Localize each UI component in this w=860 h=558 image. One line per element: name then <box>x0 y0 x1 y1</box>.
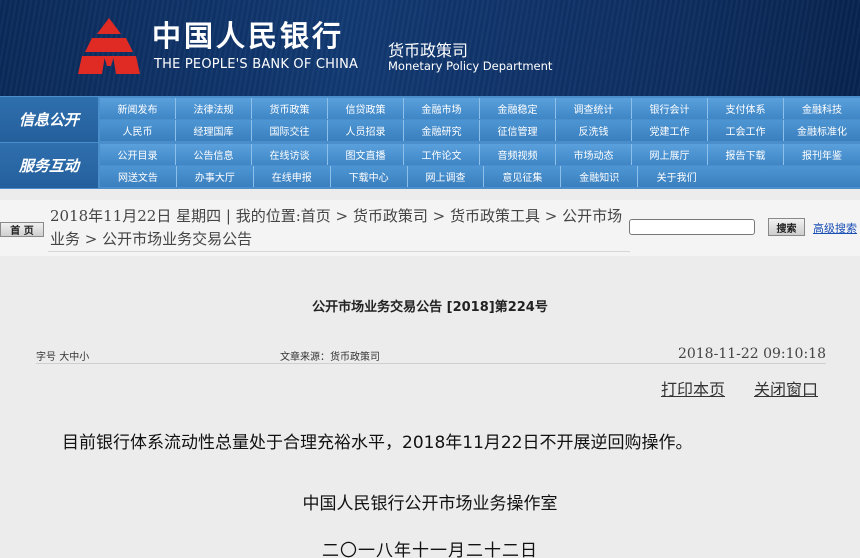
nav-row-service-1: 公开目录 公告信息 在线访谈 图文直播 工作论文 音频视频 市场动态 网上展厅 报告下载 报刊年鉴 <box>100 144 860 165</box>
nav-item[interactable]: 音频视频 <box>480 144 556 165</box>
nav-group-service: 服务互动 公开目录 公告信息 在线访谈 图文直播 工作论文 音频视频 市场动态 网上展厅 报告下… <box>0 143 860 188</box>
nav-row-info-2: 人民币 经理国库 国际交往 人员招录 金融研究 征信管理 反洗钱 党建工作 工会工作 金融标准化 <box>100 120 860 141</box>
search-button[interactable]: 搜索 <box>768 218 805 236</box>
font-size-label: 字号 <box>36 352 56 363</box>
main-nav: 信息公开 新闻发布 法律法规 货币政策 信贷政策 金融市场 金融稳定 调查统计 银行会计 支付体… <box>0 96 860 189</box>
print-page-link[interactable]: 打印本页 <box>661 376 725 400</box>
nav-item[interactable]: 法律法规 <box>176 98 252 119</box>
article-body: 目前银行体系流动性总量处于合理充裕水平，2018年11月22日不开展逆回购操作。 <box>62 433 693 453</box>
breadcrumb-divider <box>48 251 630 252</box>
nav-item[interactable]: 网送文告 <box>100 166 177 187</box>
home-button[interactable]: 首 页 <box>0 222 44 237</box>
font-size-controls: 字号 大中小 <box>36 348 89 363</box>
nav-item[interactable]: 金融标准化 <box>784 120 860 141</box>
font-small-link[interactable]: 小 <box>79 352 89 363</box>
nav-item[interactable]: 报告下载 <box>708 144 784 165</box>
nav-item[interactable]: 调查统计 <box>556 98 632 119</box>
advanced-search-link[interactable]: 高级搜索 <box>813 220 857 236</box>
nav-item[interactable]: 意见征集 <box>484 166 562 187</box>
dept-name-cn: 货币政策司 <box>388 41 469 60</box>
nav-item[interactable]: 下载中心 <box>331 166 408 187</box>
nav-item[interactable]: 公开目录 <box>100 144 176 165</box>
site-header: 中国人民银行 THE PEOPLE'S BANK OF CHINA 货币政策司 … <box>0 0 860 96</box>
nav-item[interactable]: 货币政策 <box>252 98 328 119</box>
signature-date: 二〇一八年十一月二十二日 <box>322 541 538 558</box>
nav-item[interactable]: 办事大厅 <box>177 166 254 187</box>
nav-item[interactable]: 反洗钱 <box>556 120 632 141</box>
bank-name-en: THE PEOPLE'S BANK OF CHINA <box>154 57 359 72</box>
pboc-logo-icon <box>78 18 140 74</box>
nav-item[interactable]: 经理国库 <box>176 120 252 141</box>
font-medium-link[interactable]: 中 <box>69 352 79 363</box>
nav-item[interactable]: 公告信息 <box>176 144 252 165</box>
nav-item[interactable]: 金融市场 <box>404 98 480 119</box>
nav-item[interactable]: 银行会计 <box>632 98 708 119</box>
bank-name-cn: 中国人民银行 <box>152 19 345 53</box>
nav-item[interactable]: 市场动态 <box>556 144 632 165</box>
nav-item[interactable]: 金融知识 <box>561 166 639 187</box>
nav-item[interactable]: 金融稳定 <box>480 98 556 119</box>
article-datetime: 2018-11-22 09:10:18 <box>677 346 826 362</box>
breadcrumb[interactable]: 2018年11月22日 星期四 | 我的位置:首页 > 货币政策司 > 货币政策… <box>50 205 630 251</box>
nav-item[interactable]: 网上调查 <box>408 166 485 187</box>
nav-item[interactable]: 金融研究 <box>404 120 480 141</box>
dept-name-en: Monetary Policy Department <box>388 59 553 73</box>
nav-item[interactable]: 党建工作 <box>632 120 708 141</box>
nav-item[interactable]: 信贷政策 <box>328 98 404 119</box>
nav-item[interactable]: 人员招录 <box>328 120 404 141</box>
nav-item[interactable]: 支付体系 <box>708 98 784 119</box>
nav-group-info: 信息公开 新闻发布 法律法规 货币政策 信贷政策 金融市场 金融稳定 调查统计 银行会计 支付体… <box>0 97 860 142</box>
article-source: 文章来源：货币政策司 <box>280 352 380 363</box>
nav-title-info[interactable]: 信息公开 <box>0 97 98 142</box>
nav-title-service[interactable]: 服务互动 <box>0 143 98 188</box>
nav-item[interactable]: 网上展厅 <box>632 144 708 165</box>
nav-item[interactable]: 工作论文 <box>404 144 480 165</box>
signature-org: 中国人民银行公开市场业务操作室 <box>302 494 558 514</box>
close-window-link[interactable]: 关闭窗口 <box>754 376 818 400</box>
nav-row-info-1: 新闻发布 法律法规 货币政策 信贷政策 金融市场 金融稳定 调查统计 银行会计 支付体系 金融科技 <box>100 98 860 119</box>
nav-item[interactable]: 征信管理 <box>480 120 556 141</box>
nav-item[interactable]: 报刊年鉴 <box>784 144 860 165</box>
nav-item[interactable]: 图文直播 <box>328 144 404 165</box>
nav-item[interactable]: 国际交往 <box>252 120 328 141</box>
nav-item[interactable]: 人民币 <box>100 120 176 141</box>
nav-item[interactable]: 在线访谈 <box>252 144 328 165</box>
nav-item[interactable]: 工会工作 <box>708 120 784 141</box>
article-meta: 字号 大中小 文章来源：货币政策司 2018-11-22 09:10:18 <box>36 346 826 364</box>
nav-item[interactable]: 关于我们 <box>638 166 715 187</box>
nav-item[interactable]: 新闻发布 <box>100 98 176 119</box>
font-large-link[interactable]: 大 <box>59 352 69 363</box>
nav-item[interactable]: 金融科技 <box>784 98 860 119</box>
article-title: 公开市场业务交易公告 [2018]第224号 <box>312 300 548 315</box>
nav-row-service-2: 网送文告 办事大厅 在线申报 下载中心 网上调查 意见征集 金融知识 关于我们 <box>100 166 860 187</box>
search-input[interactable] <box>629 219 755 235</box>
nav-item[interactable]: 在线申报 <box>254 166 331 187</box>
